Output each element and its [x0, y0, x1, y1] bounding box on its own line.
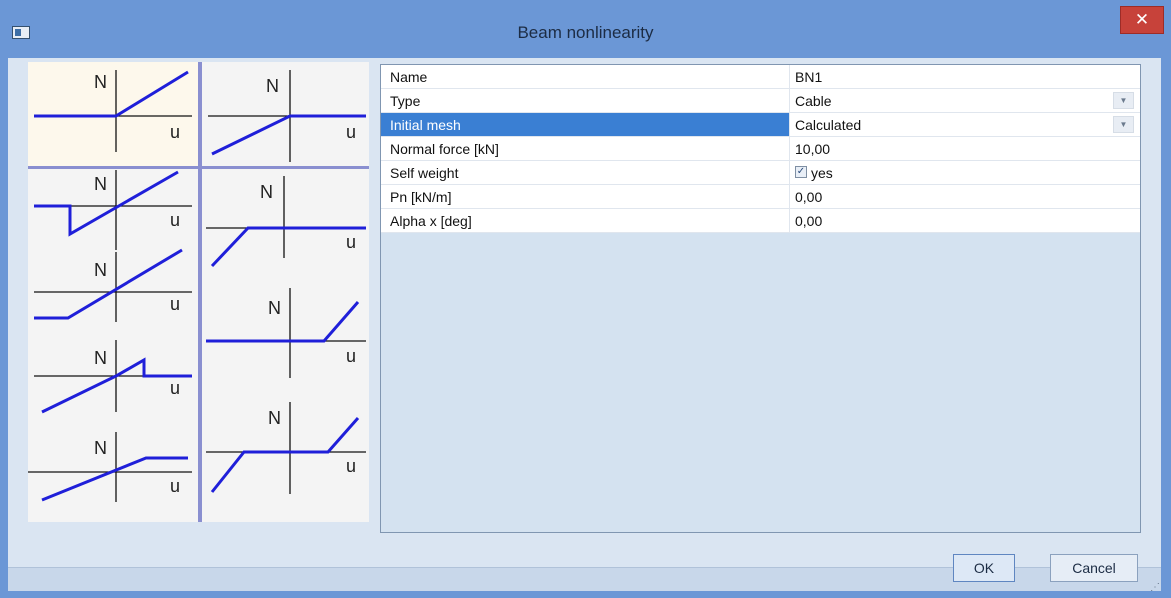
alpha-x-value[interactable]: 0,00: [795, 213, 822, 229]
property-row-self-weight[interactable]: Self weight ✓ yes: [381, 161, 1140, 185]
property-row-initial-mesh[interactable]: Initial mesh Calculated ▼: [381, 113, 1140, 137]
property-grid: Name BN1 Type Cable ▼ Initial mesh Calcu…: [380, 64, 1141, 533]
axis-n-label: N: [94, 260, 107, 280]
axis-u-label: u: [170, 122, 180, 142]
property-row-type[interactable]: Type Cable ▼: [381, 89, 1140, 113]
axis-n-label: N: [266, 76, 279, 96]
diagram-press-limit: [34, 248, 183, 320]
window-title: Beam nonlinearity: [517, 23, 654, 42]
property-row-name[interactable]: Name BN1: [381, 65, 1140, 89]
axis-n-label: N: [94, 348, 107, 368]
checkmark-icon: ✓: [796, 166, 806, 177]
resize-grip-icon[interactable]: ⋰: [1150, 582, 1160, 593]
axis-u-label: u: [170, 378, 180, 398]
self-weight-checkbox[interactable]: ✓: [795, 166, 807, 178]
preview-separator-vertical: [198, 62, 202, 522]
initial-mesh-dropdown-value[interactable]: Calculated: [795, 117, 861, 133]
axis-u-label: u: [170, 476, 180, 496]
normal-force-value[interactable]: 10,00: [795, 141, 830, 157]
close-button[interactable]: ✕: [1120, 6, 1164, 34]
property-label: Pn [kN/m]: [390, 189, 452, 205]
type-dropdown-value[interactable]: Cable: [795, 93, 832, 109]
title-bar: Beam nonlinearity ✕: [0, 0, 1171, 58]
property-row-pn[interactable]: Pn [kN/m] 0,00: [381, 185, 1140, 209]
diagram-compression-gap: [206, 301, 360, 343]
axis-n-label: N: [94, 438, 107, 458]
property-row-normal-force[interactable]: Normal force [kN] 10,00: [381, 137, 1140, 161]
axis-n-label: N: [94, 72, 107, 92]
column-divider: [789, 137, 790, 161]
selected-option-background: [28, 62, 198, 166]
diagram-limit-both-gap: [210, 417, 360, 493]
diagram-tension-limit: [41, 456, 188, 502]
axis-n-label: N: [260, 182, 273, 202]
axis-u-label: u: [346, 122, 356, 142]
name-value[interactable]: BN1: [795, 69, 822, 85]
preview-separator-horizontal: [28, 166, 369, 169]
ok-button[interactable]: OK: [953, 554, 1015, 582]
diagram-limit-compression: [210, 226, 366, 268]
column-divider: [789, 185, 790, 209]
axis-u-label: u: [170, 294, 180, 314]
pn-value[interactable]: 0,00: [795, 189, 822, 205]
property-label: Alpha x [deg]: [390, 213, 472, 229]
axis-u-label: u: [170, 210, 180, 230]
column-divider: [789, 65, 790, 89]
axis-n-label: N: [268, 298, 281, 318]
chevron-down-icon[interactable]: ▼: [1113, 116, 1134, 133]
column-divider: [789, 161, 790, 185]
axis-n-label: N: [94, 174, 107, 194]
self-weight-label[interactable]: yes: [811, 165, 833, 181]
diagram-tension-only: [211, 114, 366, 156]
property-label: Self weight: [390, 165, 459, 181]
nonlinearity-diagrams: Nu Nu Nu Nu Nu Nu Nu Nu Nu: [28, 62, 369, 522]
chevron-down-icon[interactable]: ▼: [1113, 92, 1134, 109]
nonlinearity-preview-panel: Nu Nu Nu Nu Nu Nu Nu Nu Nu: [28, 62, 369, 522]
axis-n-label: N: [268, 408, 281, 428]
property-label: Type: [390, 93, 421, 109]
axis-u-label: u: [346, 346, 356, 366]
property-label: Normal force [kN]: [390, 141, 499, 157]
column-divider: [789, 89, 790, 113]
column-divider: [789, 113, 790, 137]
axis-u-label: u: [346, 232, 356, 252]
property-label: Name: [390, 69, 428, 85]
property-label: Initial mesh: [390, 117, 461, 133]
column-divider: [789, 209, 790, 233]
axis-u-label: u: [346, 456, 356, 476]
property-row-alpha-x[interactable]: Alpha x [deg] 0,00: [381, 209, 1140, 233]
cancel-button[interactable]: Cancel: [1050, 554, 1138, 582]
